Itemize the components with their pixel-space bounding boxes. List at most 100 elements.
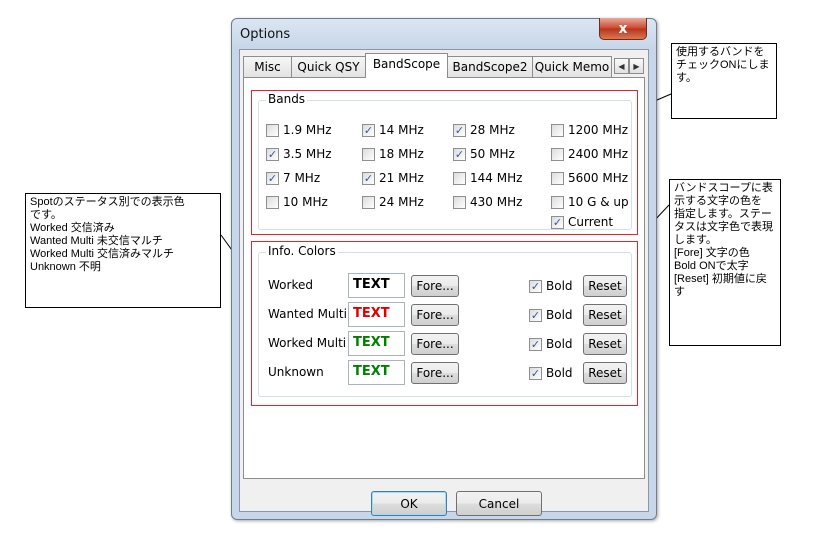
checkbox-band-2400-mhz-box[interactable] [551, 147, 564, 161]
checkbox-band-1-9-mhz-label: 1.9 MHz [283, 123, 332, 137]
checkbox-band-28-mhz-box[interactable]: ✓ [453, 123, 466, 137]
checkbox-band-21-mhz-box[interactable]: ✓ [362, 171, 375, 185]
checkbox-band-28-mhz-label: 28 MHz [470, 123, 515, 137]
checkbox-band-14-mhz-label: 14 MHz [379, 123, 424, 137]
checkbox-band-1200-mhz-label: 1200 MHz [568, 123, 629, 137]
checkbox-band-7-mhz-label: 7 MHz [283, 171, 321, 185]
checkbox-current[interactable]: ✓ Current [551, 215, 613, 229]
close-button[interactable]: x [599, 18, 647, 40]
tab-quick-memo[interactable]: Quick Memo [532, 56, 612, 77]
reset-button-label: Reset [588, 366, 622, 380]
checkbox-band-21-mhz[interactable]: ✓ 21 MHz [362, 171, 424, 185]
checkbox-band-28-mhz[interactable]: ✓ 28 MHz [453, 123, 515, 137]
chevron-left-icon: ◀ [618, 61, 625, 71]
checkbox-band-144-mhz[interactable]: 144 MHz [453, 171, 522, 185]
tab-scroll-left-button[interactable]: ◀ [614, 58, 629, 74]
reset-button-label: Reset [588, 308, 622, 322]
fore-button-label: Fore... [416, 308, 454, 322]
color-row-wanted-multi-bold-box[interactable]: ✓ [529, 308, 542, 322]
cancel-button[interactable]: Cancel [456, 491, 542, 516]
checkbox-band-144-mhz-box[interactable] [453, 171, 466, 185]
color-row-worked-bold-box[interactable]: ✓ [529, 279, 542, 293]
ok-button[interactable]: OK [371, 491, 447, 516]
color-row-worked-reset-button[interactable]: Reset [583, 275, 627, 297]
checkbox-band-7-mhz[interactable]: ✓ 7 MHz [266, 171, 320, 185]
color-row-wanted-multi-reset-button[interactable]: Reset [583, 304, 627, 326]
fore-button-label: Fore... [416, 337, 454, 351]
checkbox-band-7-mhz-box[interactable]: ✓ [266, 171, 279, 185]
color-row-worked-multi-fore-button[interactable]: Fore... [411, 333, 459, 355]
color-row-worked-multi-sample: TEXT [348, 331, 405, 356]
checkbox-band-50-mhz-box[interactable]: ✓ [453, 147, 466, 161]
checkbox-band-10-g-up-label: 10 G & up [568, 195, 629, 209]
checkbox-band-10-mhz-box[interactable] [266, 195, 279, 209]
color-row-unknown-label: Unknown [268, 365, 324, 379]
checkbox-band-10-mhz[interactable]: 10 MHz [266, 195, 328, 209]
checkbox-band-2400-mhz[interactable]: 2400 MHz [551, 147, 628, 161]
color-row-worked-multi-bold-box[interactable]: ✓ [529, 337, 542, 351]
bands-callout-text: 使用するバンドを チェックONにしま す。 [676, 46, 770, 84]
checkbox-current-box[interactable]: ✓ [551, 215, 564, 229]
color-row-worked-multi-label: Worked Multi [268, 336, 347, 350]
checkbox-band-144-mhz-label: 144 MHz [470, 171, 523, 185]
checkbox-band-18-mhz-label: 18 MHz [379, 147, 424, 161]
bold-checkbox-label: Bold [546, 366, 573, 380]
fore-button-label: Fore... [416, 366, 454, 380]
checkbox-band-3-5-mhz-box[interactable]: ✓ [266, 147, 279, 161]
checkbox-band-1-9-mhz[interactable]: 1.9 MHz [266, 123, 332, 137]
checkbox-band-18-mhz-box[interactable] [362, 147, 375, 161]
checkbox-band-5600-mhz[interactable]: 5600 MHz [551, 171, 628, 185]
color-row-unknown-bold-checkbox[interactable]: ✓ Bold [529, 366, 573, 380]
checkbox-band-3-5-mhz[interactable]: ✓ 3.5 MHz [266, 147, 332, 161]
checkbox-band-1200-mhz[interactable]: 1200 MHz [551, 123, 628, 137]
colors-callout-text: バンドスコープに表 示する文字の色を 指定します。ステー タスは文字色で表現 し… [674, 182, 773, 298]
checkbox-band-430-mhz[interactable]: 430 MHz [453, 195, 522, 209]
status-callout: Spotのステータス別での表示色 です。 Worked 交信済み Wanted … [25, 193, 221, 308]
dialog-client-area: Misc Quick QSY BandScope BandScope2 Quic… [239, 49, 649, 516]
close-icon: x [618, 20, 628, 37]
checkbox-band-1200-mhz-box[interactable] [551, 123, 564, 137]
tab-misc[interactable]: Misc [243, 56, 292, 77]
tab-quick-qsy[interactable]: Quick QSY [291, 56, 366, 77]
tab-bandscope[interactable]: BandScope [365, 53, 448, 78]
checkbox-band-24-mhz[interactable]: 24 MHz [362, 195, 424, 209]
tab-quick-memo-label: Quick Memo [534, 60, 610, 74]
tab-bandscope-label: BandScope [372, 57, 441, 71]
color-row-worked-fore-button[interactable]: Fore... [411, 275, 459, 297]
reset-button-label: Reset [588, 279, 622, 293]
bandscope-tab-page: Bands 1.9 MHz ✓ 14 MHz ✓ 28 MHz 1200 MHz ✓ 3.5 … [243, 77, 645, 479]
color-row-unknown-reset-button[interactable]: Reset [583, 362, 627, 384]
reset-button-label: Reset [588, 337, 622, 351]
color-row-wanted-multi-fore-button[interactable]: Fore... [411, 304, 459, 326]
checkbox-band-50-mhz[interactable]: ✓ 50 MHz [453, 147, 515, 161]
checkbox-band-21-mhz-label: 21 MHz [379, 171, 424, 185]
checkbox-band-430-mhz-box[interactable] [453, 195, 466, 209]
checkbox-band-3-5-mhz-label: 3.5 MHz [283, 147, 332, 161]
checkbox-band-1-9-mhz-box[interactable] [266, 123, 279, 137]
color-row-unknown-fore-button[interactable]: Fore... [411, 362, 459, 384]
tab-scroll-right-button[interactable]: ▶ [629, 58, 644, 74]
checkbox-band-5600-mhz-box[interactable] [551, 171, 564, 185]
tab-bandscope2[interactable]: BandScope2 [447, 56, 533, 77]
fore-button-label: Fore... [416, 279, 454, 293]
checkbox-band-14-mhz[interactable]: ✓ 14 MHz [362, 123, 424, 137]
color-row-wanted-multi-sample: TEXT [348, 302, 405, 327]
tab-misc-label: Misc [254, 60, 281, 74]
checkbox-band-24-mhz-box[interactable] [362, 195, 375, 209]
color-row-wanted-multi-bold-checkbox[interactable]: ✓ Bold [529, 308, 573, 322]
bands-legend: Bands [266, 92, 308, 106]
color-row-worked-multi-bold-checkbox[interactable]: ✓ Bold [529, 337, 573, 351]
checkbox-band-10-g-up-box[interactable] [551, 195, 564, 209]
color-row-worked-bold-checkbox[interactable]: ✓ Bold [529, 279, 573, 293]
checkbox-band-14-mhz-box[interactable]: ✓ [362, 123, 375, 137]
tab-quick-qsy-label: Quick QSY [297, 60, 360, 74]
color-row-worked-sample: TEXT [348, 273, 405, 298]
color-row-unknown-bold-box[interactable]: ✓ [529, 366, 542, 380]
color-row-unknown-sample: TEXT [348, 360, 405, 385]
color-row-worked-multi-reset-button[interactable]: Reset [583, 333, 627, 355]
checkbox-band-10-g-up[interactable]: 10 G & up [551, 195, 629, 209]
checkbox-band-18-mhz[interactable]: 18 MHz [362, 147, 424, 161]
tab-bandscope2-label: BandScope2 [452, 60, 528, 74]
window-title: Options [240, 27, 291, 42]
checkbox-band-50-mhz-label: 50 MHz [470, 147, 515, 161]
